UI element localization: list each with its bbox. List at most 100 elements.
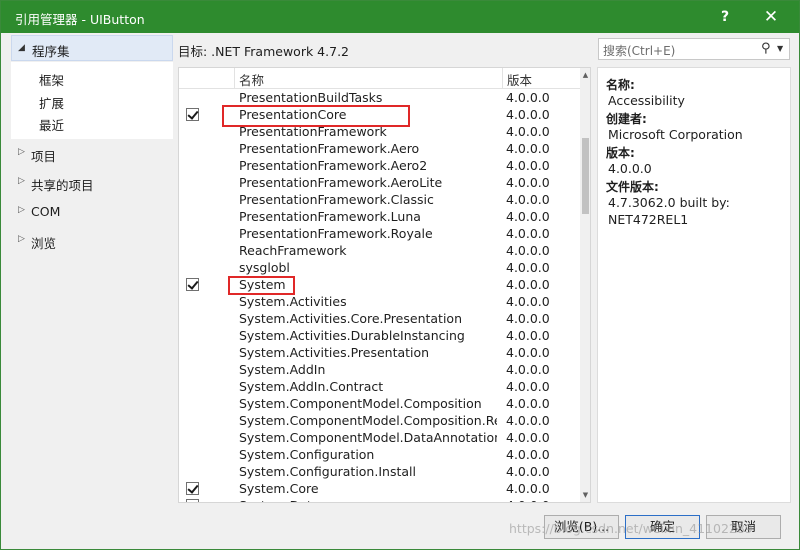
details-panel: 名称: Accessibility 创建者: Microsoft Corpora… (597, 67, 791, 503)
scrollbar-thumb[interactable] (582, 138, 589, 214)
collapsed-triangle-icon[interactable]: ▷ (18, 205, 25, 215)
table-row[interactable]: System.AddIn 4.0.0.0 (179, 361, 580, 378)
scroll-down-icon[interactable]: ▼ (581, 489, 590, 501)
reference-manager-dialog: 引用管理器 - UIButton ? ✕ ◢ 程序集 框架 扩展 最近 ▷ 项目… (0, 0, 800, 550)
tree-node-label: 程序集 (32, 44, 70, 59)
assembly-name: PresentationFramework.Aero (239, 141, 420, 156)
table-row[interactable]: System.ComponentModel.Composition.Re... 4… (179, 412, 580, 429)
assembly-name: PresentationBuildTasks (239, 90, 383, 105)
row-checkbox[interactable] (186, 278, 199, 291)
assembly-name: System.ComponentModel.DataAnnotations (239, 430, 497, 445)
table-row[interactable]: System.Data 4.0.0.0 (179, 497, 580, 502)
table-row[interactable]: PresentationFramework.AeroLite 4.0.0.0 (179, 174, 580, 191)
assembly-version: 4.0.0.0 (506, 396, 550, 411)
tree-node-label: COM (31, 204, 61, 219)
table-row[interactable]: System.Activities.DurableInstancing 4.0.0… (179, 327, 580, 344)
assembly-name: PresentationFramework.AeroLite (239, 175, 443, 190)
table-row[interactable]: PresentationFramework.Aero2 4.0.0.0 (179, 157, 580, 174)
assembly-version: 4.0.0.0 (506, 141, 550, 156)
tree-node-com[interactable]: ▷ COM (11, 201, 173, 223)
collapsed-triangle-icon[interactable]: ▷ (18, 234, 25, 244)
detail-name-value: Accessibility (608, 93, 685, 108)
table-row[interactable]: ReachFramework 4.0.0.0 (179, 242, 580, 259)
tree-item-framework[interactable]: 框架 (39, 70, 64, 89)
list-rows: PresentationBuildTasks 4.0.0.0 Presentatio… (179, 89, 580, 502)
search-icon[interactable]: ⚲ (761, 41, 771, 56)
chevron-down-icon[interactable]: ▼ (777, 44, 783, 53)
assembly-version: 4.0.0.0 (506, 362, 550, 377)
column-header-name[interactable]: 名称 (234, 68, 503, 88)
assembly-name: System.Activities.DurableInstancing (239, 328, 465, 343)
column-header-version[interactable]: 版本 (502, 68, 574, 88)
assembly-version: 4.0.0.0 (506, 260, 550, 275)
assembly-name: System.Activities (239, 294, 347, 309)
tree-item-extensions[interactable]: 扩展 (39, 93, 64, 112)
assembly-name: sysglobl (239, 260, 290, 275)
assembly-version: 4.0.0.0 (506, 481, 550, 496)
table-row[interactable]: System.ComponentModel.DataAnnotations 4.0… (179, 429, 580, 446)
collapsed-triangle-icon[interactable]: ▷ (18, 147, 25, 157)
scroll-up-icon[interactable]: ▲ (581, 69, 590, 81)
vertical-scrollbar[interactable]: ▲ ▼ (580, 68, 590, 502)
tree-node-browse[interactable]: ▷ 浏览 (11, 230, 173, 252)
detail-name-label: 名称: (606, 78, 635, 92)
table-row[interactable]: PresentationFramework.Aero 4.0.0.0 (179, 140, 580, 157)
table-row[interactable]: System.Core 4.0.0.0 (179, 480, 580, 497)
table-row[interactable]: System.Activities 4.0.0.0 (179, 293, 580, 310)
table-row[interactable]: System.Configuration 4.0.0.0 (179, 446, 580, 463)
table-row[interactable]: System.Activities.Core.Presentation 4.0.0… (179, 310, 580, 327)
assembly-name: PresentationFramework.Aero2 (239, 158, 428, 173)
close-button[interactable]: ✕ (754, 1, 788, 33)
expanded-triangle-icon[interactable]: ◢ (18, 43, 25, 53)
row-checkbox[interactable] (186, 499, 199, 502)
tree-node-assemblies[interactable]: ◢ 程序集 (11, 35, 173, 61)
assembly-version: 4.0.0.0 (506, 209, 550, 224)
table-row[interactable]: System.Activities.Presentation 4.0.0.0 (179, 344, 580, 361)
table-row[interactable]: System.AddIn.Contract 4.0.0.0 (179, 378, 580, 395)
table-row[interactable]: System.Configuration.Install 4.0.0.0 (179, 463, 580, 480)
table-row[interactable]: PresentationFramework.Luna 4.0.0.0 (179, 208, 580, 225)
tree-item-recent[interactable]: 最近 (39, 115, 64, 134)
detail-file-version-value: 4.7.3062.0 built by: (608, 195, 730, 210)
highlight-box-presentationcore (222, 105, 410, 127)
assembly-name: System.Configuration (239, 447, 375, 462)
tree-node-shared-projects[interactable]: ▷ 共享的项目 (11, 172, 173, 194)
assembly-name: PresentationFramework.Classic (239, 192, 434, 207)
tree-node-label: 共享的项目 (31, 178, 94, 193)
collapsed-triangle-icon[interactable]: ▷ (18, 176, 25, 186)
category-tree: ◢ 程序集 框架 扩展 最近 ▷ 项目 ▷ 共享的项目 ▷ COM ▷ 浏览 (11, 34, 173, 509)
assemblies-subitems: 框架 扩展 最近 (11, 62, 173, 139)
watermark-text: https://blog.csdn.net/weixin_41102289 (509, 521, 753, 536)
table-row[interactable]: sysglobl 4.0.0.0 (179, 259, 580, 276)
row-checkbox[interactable] (186, 482, 199, 495)
assembly-version: 4.0.0.0 (506, 124, 550, 139)
assembly-version: 4.0.0.0 (506, 243, 550, 258)
table-row[interactable]: PresentationBuildTasks 4.0.0.0 (179, 89, 580, 106)
assembly-version: 4.0.0.0 (506, 158, 550, 173)
detail-file-version-label: 文件版本: (606, 180, 659, 194)
table-row[interactable]: PresentationFramework.Classic 4.0.0.0 (179, 191, 580, 208)
assembly-name: System.ComponentModel.Composition (239, 396, 482, 411)
target-framework-label: 目标: .NET Framework 4.7.2 (178, 44, 349, 59)
assembly-version: 4.0.0.0 (506, 447, 550, 462)
table-row[interactable]: PresentationFramework.Royale 4.0.0.0 (179, 225, 580, 242)
title-bar: 引用管理器 - UIButton ? ✕ (1, 1, 799, 33)
detail-version-label: 版本: (606, 146, 635, 160)
assembly-version: 4.0.0.0 (506, 107, 550, 122)
help-button[interactable]: ? (708, 1, 742, 33)
assembly-name: System.Activities.Core.Presentation (239, 311, 462, 326)
detail-creator-value: Microsoft Corporation (608, 127, 743, 142)
assembly-name: System.Activities.Presentation (239, 345, 430, 360)
table-row[interactable]: System.ComponentModel.Composition 4.0.0.0 (179, 395, 580, 412)
assembly-version: 4.0.0.0 (506, 192, 550, 207)
detail-version-value: 4.0.0.0 (608, 161, 652, 176)
row-checkbox[interactable] (186, 108, 199, 121)
assembly-name: System.AddIn.Contract (239, 379, 384, 394)
assembly-version: 4.0.0.0 (506, 498, 550, 502)
search-box[interactable]: 搜索(Ctrl+E) ⚲ ▼ (598, 38, 790, 60)
detail-file-version-value-2: NET472REL1 (608, 212, 689, 227)
detail-creator-label: 创建者: (606, 112, 647, 126)
tree-node-label: 项目 (31, 149, 57, 164)
tree-node-projects[interactable]: ▷ 项目 (11, 143, 173, 165)
assembly-version: 4.0.0.0 (506, 175, 550, 190)
